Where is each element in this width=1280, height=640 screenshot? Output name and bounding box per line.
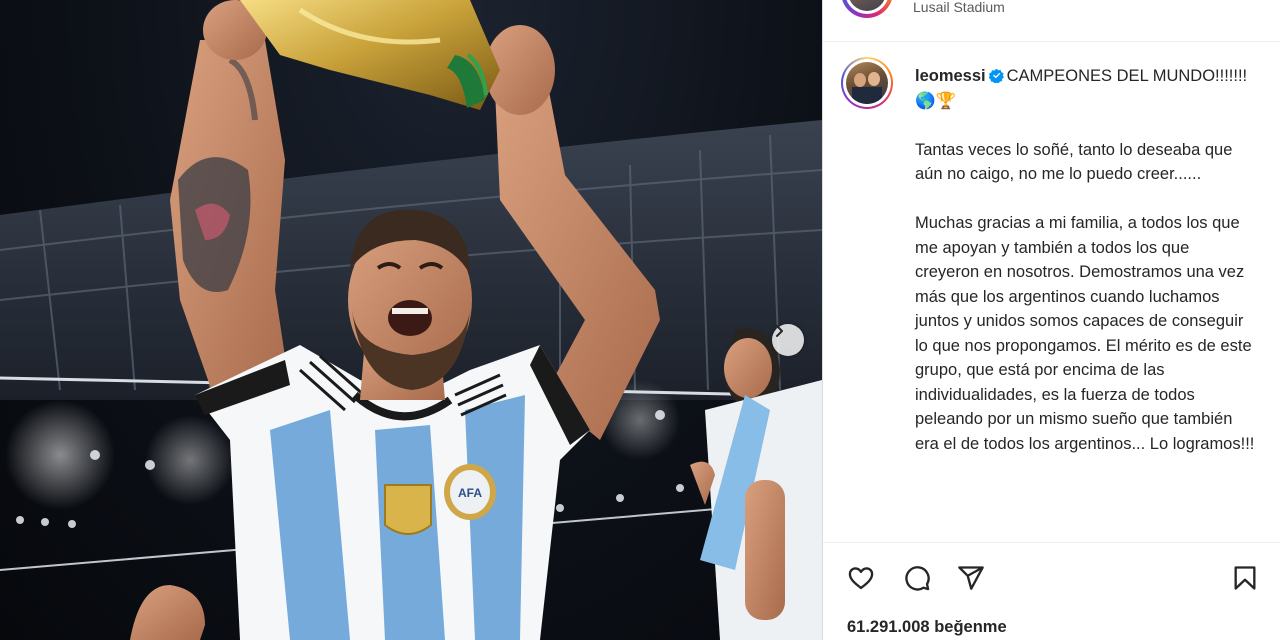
share-button[interactable] xyxy=(955,562,987,594)
location-link[interactable]: Lusail Stadium xyxy=(913,0,1005,15)
header-divider xyxy=(823,41,1280,42)
post-caption: leomessi CAMPEONES DEL MUNDO!!!!!!! 🌎🏆 Ta… xyxy=(915,64,1255,456)
carousel-next-button[interactable] xyxy=(772,324,804,356)
post-header: Lusail Stadium xyxy=(823,0,1280,28)
like-button[interactable] xyxy=(845,562,877,594)
comment-button[interactable] xyxy=(901,562,933,594)
post-actions xyxy=(823,562,1280,594)
caption-title: CAMPEONES DEL MUNDO!!!!!!! xyxy=(1006,67,1248,85)
author-avatar[interactable] xyxy=(841,0,893,18)
username-link[interactable]: leomessi xyxy=(915,67,986,85)
likes-label: beğenme xyxy=(934,618,1007,636)
save-button[interactable] xyxy=(1229,562,1261,594)
post-side-panel: Lusail Stadium leomessi CAMPEONES DEL MUN… xyxy=(822,0,1280,640)
player-figure: AFA xyxy=(170,0,660,640)
comment-icon xyxy=(905,566,930,591)
actions-divider xyxy=(823,542,1280,543)
likes-count[interactable]: 61.291.008 beğenme xyxy=(847,618,1007,637)
bookmark-icon xyxy=(1234,566,1256,590)
post-photo: AFA xyxy=(0,0,822,640)
afa-badge-text: AFA xyxy=(458,486,482,500)
world-cup-trophy xyxy=(240,0,500,110)
caption-avatar[interactable] xyxy=(841,57,893,109)
heart-icon xyxy=(848,567,874,590)
photo-illustration: AFA xyxy=(0,0,822,640)
chevron-right-icon xyxy=(776,325,783,337)
caption-paragraph: Muchas gracias a mi familia, a todos los… xyxy=(915,214,1255,453)
paper-plane-icon xyxy=(958,566,984,590)
caption-head: leomessi CAMPEONES DEL MUNDO!!!!!!! 🌎🏆 xyxy=(915,64,1255,113)
likes-number: 61.291.008 xyxy=(847,618,930,636)
fan-hand xyxy=(130,585,205,640)
avatar-photo xyxy=(852,72,882,104)
verified-badge-icon xyxy=(988,68,1004,83)
caption-paragraph: Tantas veces lo soñé, tanto lo deseaba q… xyxy=(915,140,1233,184)
caption-emojis: 🌎🏆 xyxy=(915,91,957,110)
